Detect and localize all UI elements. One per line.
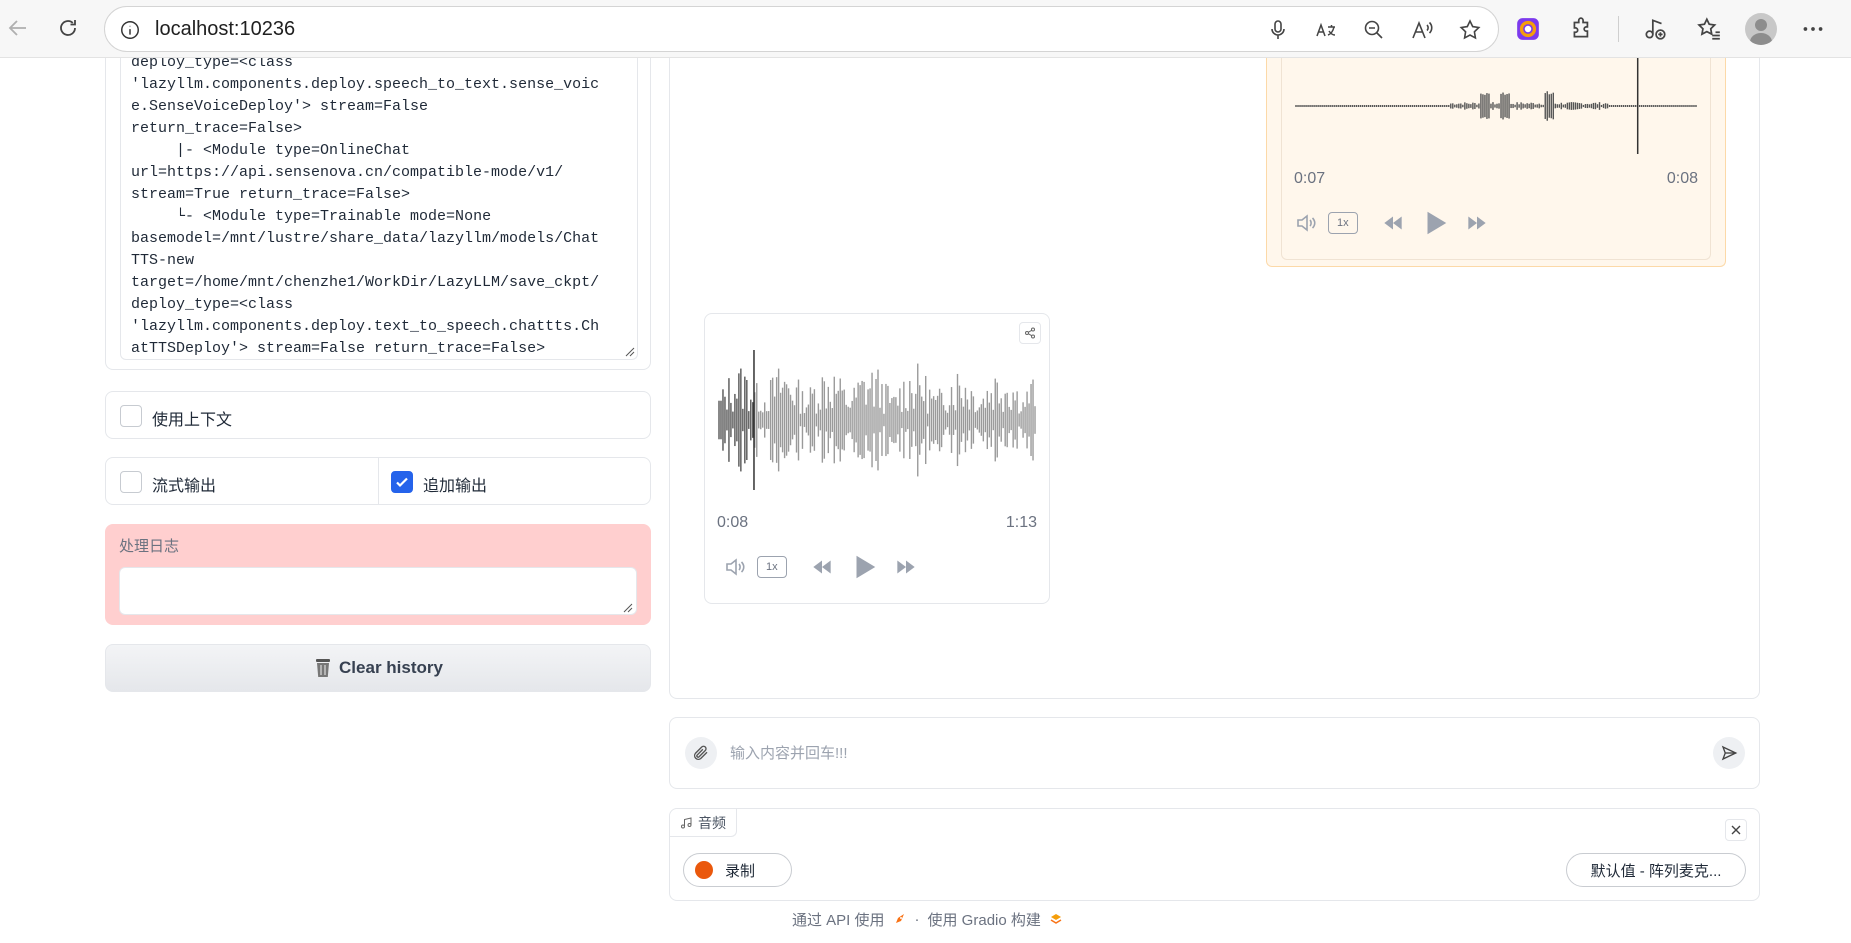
record-label: 录制 [725,862,756,880]
share-button[interactable] [1019,322,1041,344]
append-output-label: 追加输出 [423,478,488,495]
bot-audio-player: 0:08 1:13 1x [704,313,1050,604]
log-textarea[interactable] [119,567,637,615]
back-button[interactable] [0,10,36,46]
attach-button[interactable] [685,737,717,769]
read-aloud-icon[interactable] [1406,15,1438,45]
message-input-box: 输入内容并回车!!! [669,717,1760,789]
model-structure-text: deploy_type=<class 'lazyllm.components.de… [121,58,637,359]
translate-icon[interactable] [1310,15,1342,45]
gradio-link[interactable]: 使用 Gradio 构建 [928,909,1041,930]
play-icon[interactable] [1420,208,1450,238]
more-menu-icon[interactable] [1795,11,1831,47]
log-resize-handle-icon[interactable] [623,603,633,613]
record-dot-icon [695,861,713,879]
code-line: stream=True return_trace=False> [131,186,411,203]
log-panel: 处理日志 [105,524,651,625]
browser-toolbar: localhost:10236 [0,0,1851,58]
audio-tab-label: 音频 [698,814,726,831]
microphone-device-select[interactable]: 默认值 - 阵列麦克... [1566,853,1746,887]
clear-history-label: Clear history [339,658,443,677]
send-button[interactable] [1713,737,1745,769]
code-line: atTTSDeploy'> stream=False return_trace=… [131,340,546,357]
resize-handle-icon[interactable] [625,347,635,357]
playback-speed-button[interactable]: 1x [1328,212,1358,234]
log-label: 处理日志 [119,538,180,555]
rewind-icon[interactable] [809,554,835,580]
volume-icon[interactable] [1294,211,1318,235]
footer-separator: · [914,910,920,928]
code-line: └- <Module type=Trainable mode=None [131,208,492,225]
code-line: deploy_type=<class [131,58,294,71]
media-control-icon[interactable] [1637,11,1673,47]
api-link[interactable]: 通过 API 使用 [792,909,885,930]
clear-history-button[interactable]: Clear history [105,644,651,692]
stream-output-checkbox[interactable] [120,471,142,493]
address-bar[interactable]: localhost:10236 [104,6,1499,52]
append-output-checkbox[interactable] [391,471,413,493]
model-structure-panel: deploy_type=<class 'lazyllm.components.de… [105,58,651,370]
paperclip-icon [694,745,708,760]
playback-speed-button[interactable]: 1x [757,556,787,578]
code-line: basemodel=/mnt/lustre/share_data/lazyllm… [131,230,600,247]
rewind-icon[interactable] [1380,210,1406,236]
user-audio-duration: 0:08 [1666,170,1698,187]
code-line: 'lazyllm.components.deploy.text_to_speec… [131,318,600,335]
bot-audio-waveform[interactable] [717,350,1039,490]
toolbar-divider [1618,16,1619,42]
record-button[interactable]: 录制 [683,853,792,887]
audio-input-panel: 音频 录制 默认值 - 阵列麦克... [669,808,1760,901]
rocket-icon [895,914,904,923]
favorite-star-icon[interactable] [1454,15,1486,45]
code-line: TTS-new [131,252,195,269]
back-arrow-icon [8,20,26,36]
use-context-checkbox[interactable] [120,405,142,427]
play-icon[interactable] [849,552,879,582]
fast-forward-icon[interactable] [1464,210,1490,236]
code-line: e.SenseVoiceDeploy'> stream=False [131,98,429,115]
audio-clear-button[interactable] [1725,819,1747,841]
bot-audio-duration: 1:13 [1005,514,1037,531]
use-context-row[interactable]: 使用上下文 [105,391,651,439]
code-line: url=https://api.sensenova.cn/compatible-… [131,164,564,181]
profile-avatar[interactable] [1745,13,1777,45]
music-note-icon [681,816,692,828]
options-divider [378,458,379,504]
user-audio-current-time: 0:07 [1294,170,1326,187]
gradio-logo-icon [1050,914,1062,924]
zoom-out-icon[interactable] [1358,15,1390,45]
use-context-label: 使用上下文 [152,412,233,429]
microphone-icon[interactable] [1262,15,1294,45]
model-structure-textarea[interactable]: deploy_type=<class 'lazyllm.components.de… [120,58,638,360]
output-options-row: 流式输出 追加输出 [105,457,651,505]
code-line: return_trace=False> [131,120,303,137]
code-line: |- <Module type=OnlineChat [131,142,411,159]
send-icon [1721,745,1738,761]
checkmark-icon [396,477,408,488]
share-icon [1025,327,1035,339]
volume-icon[interactable] [723,555,747,579]
fast-forward-icon[interactable] [893,554,919,580]
bot-audio-current-time: 0:08 [717,514,749,531]
user-audio-player: 0:07 0:08 1x [1281,58,1711,260]
reload-icon [60,20,76,36]
extensions-puzzle-icon[interactable] [1564,11,1600,47]
color-extension-icon[interactable] [1510,11,1546,47]
message-input[interactable]: 输入内容并回车!!! [730,742,848,763]
site-info-icon[interactable] [119,19,141,41]
favorites-icon[interactable] [1691,11,1727,47]
close-icon [1731,825,1741,835]
url-text[interactable]: localhost:10236 [155,18,295,41]
audio-tab: 音频 [670,809,737,837]
code-line: target=/home/mnt/chenzhe1/WorkDir/LazyLL… [131,274,600,291]
reload-button[interactable] [50,10,86,46]
stream-output-label: 流式输出 [152,478,217,495]
code-line: deploy_type=<class [131,296,294,313]
user-audio-waveform[interactable] [1294,58,1700,154]
code-line: 'lazyllm.components.deploy.speech_to_tex… [131,76,600,93]
trash-icon [316,659,331,677]
